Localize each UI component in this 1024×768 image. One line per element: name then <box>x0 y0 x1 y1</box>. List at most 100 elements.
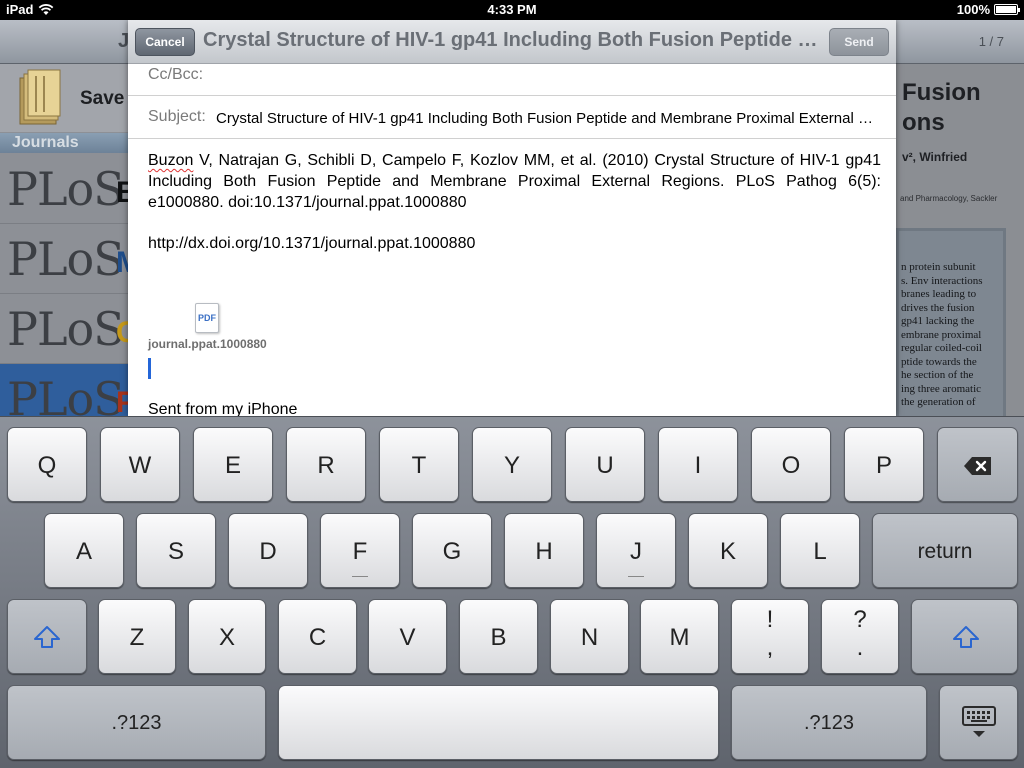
return-key[interactable]: return <box>872 513 1018 588</box>
cc-bcc-label: Cc/Bcc: <box>148 66 204 83</box>
backspace-icon <box>964 457 991 475</box>
numbers-key-left[interactable]: .?123 <box>7 685 266 760</box>
shift-icon <box>34 626 60 648</box>
compose-title: Crystal Structure of HIV-1 gp41 Includin… <box>203 29 823 51</box>
doi-link[interactable]: http://dx.doi.org/10.1371/journal.ppat.1… <box>148 235 475 253</box>
journal-sidebar: Save Journals PLoS B PLoS M PLoS C PLoS … <box>0 64 141 416</box>
pdf-icon-label: PDF <box>198 313 216 323</box>
shift-key-right[interactable] <box>911 599 1018 674</box>
key-v[interactable]: V <box>368 599 447 674</box>
key-y[interactable]: Y <box>472 427 552 502</box>
article-authors-fragment: v², Winfried <box>902 150 968 164</box>
battery-icon <box>994 4 1020 15</box>
journal-logo: PLoS <box>7 302 125 356</box>
journal-item[interactable]: PLoS B <box>0 154 138 224</box>
saved-articles-item[interactable]: Save <box>0 64 128 132</box>
article-title-fragment: Fusion ons <box>902 78 981 138</box>
key-j-label: J <box>630 538 642 565</box>
saved-label: Save <box>80 88 125 109</box>
key-c[interactable]: C <box>278 599 357 674</box>
abstract-line: branes leading to <box>901 288 977 300</box>
abstract-line: drives the fusion <box>901 301 975 314</box>
key-z[interactable]: Z <box>98 599 176 674</box>
title-line: Fusion <box>902 79 981 106</box>
journal-item[interactable]: PLoS C <box>0 294 138 364</box>
key-t[interactable]: T <box>379 427 459 502</box>
key-u[interactable]: U <box>565 427 645 502</box>
dismiss-keyboard-key[interactable] <box>939 685 1018 760</box>
journal-logo: PLoS <box>7 372 125 416</box>
pdf-attachment-icon[interactable]: PDF <box>195 303 219 333</box>
key-exclaim-label: ! <box>766 606 774 633</box>
send-button[interactable]: Send <box>829 28 889 56</box>
message-body[interactable]: Buzon V, Natrajan G, Schibli D, Campelo … <box>148 150 881 213</box>
journal-item[interactable]: PLoS M <box>0 224 141 294</box>
key-exclaim-comma[interactable]: ! , <box>731 599 809 674</box>
key-s[interactable]: S <box>136 513 216 588</box>
email-signature: Sent from my iPhone <box>148 401 298 416</box>
abstract-line: s. Env interactions <box>901 274 983 287</box>
journal-logo: PLoS <box>7 162 125 216</box>
key-k[interactable]: K <box>688 513 768 588</box>
abstract-line: n protein subunit <box>901 261 976 273</box>
abstract-line: regular coiled-coil <box>901 342 982 354</box>
key-m[interactable]: M <box>640 599 719 674</box>
key-comma-label: , <box>766 634 774 661</box>
key-a[interactable]: A <box>44 513 124 588</box>
abstract-line: ptide towards the <box>901 355 977 368</box>
keyboard-dismiss-icon <box>962 706 996 737</box>
key-g[interactable]: G <box>412 513 492 588</box>
article-affiliation-fragment: and Pharmacology, Sackler <box>900 194 998 203</box>
key-h[interactable]: H <box>504 513 584 588</box>
key-l[interactable]: L <box>780 513 860 588</box>
abstract-line: he section of the <box>901 369 974 381</box>
folder-icon <box>19 69 61 125</box>
shift-icon <box>953 626 979 648</box>
key-x[interactable]: X <box>188 599 266 674</box>
article-preview: Fusion ons v², Winfried and Pharmacology… <box>896 64 1024 416</box>
key-i[interactable]: I <box>658 427 738 502</box>
abstract-line: embrane proximal <box>901 328 982 341</box>
title-line: ons <box>902 109 945 136</box>
key-j[interactable]: J <box>596 513 676 588</box>
key-r[interactable]: R <box>286 427 366 502</box>
battery-percent: 100% <box>956 2 990 17</box>
abstract-box: n protein subunit s. Env interactions br… <box>896 228 1006 416</box>
key-n[interactable]: N <box>550 599 629 674</box>
abstract-line: the generation of <box>901 396 976 408</box>
attachment-name: journal.ppat.1000880 <box>148 337 267 351</box>
mail-compose-sheet: Cancel Crystal Structure of HIV-1 gp41 I… <box>128 20 896 416</box>
space-bar[interactable] <box>278 685 719 760</box>
abstract-line: gp41 lacking the <box>901 315 975 327</box>
key-w[interactable]: W <box>100 427 180 502</box>
key-p[interactable]: P <box>844 427 924 502</box>
subject-field[interactable]: Subject: Crystal Structure of HIV-1 gp41… <box>128 96 896 139</box>
abstract-line: ing three aromatic <box>901 382 982 395</box>
misspelled-word[interactable]: Buzon <box>148 152 193 169</box>
numbers-key-right[interactable]: .?123 <box>731 685 927 760</box>
journal-item-selected[interactable]: PLoS P <box>0 364 136 416</box>
compose-toolbar: Cancel Crystal Structure of HIV-1 gp41 I… <box>128 20 896 64</box>
text-cursor <box>148 358 151 379</box>
subject-label: Subject: <box>148 108 206 125</box>
key-q[interactable]: Q <box>7 427 87 502</box>
key-d[interactable]: D <box>228 513 308 588</box>
status-bar: iPad 4:33 PM 100% <box>0 0 1024 20</box>
subject-input[interactable]: Crystal Structure of HIV-1 gp41 Includin… <box>216 110 876 127</box>
page-indicator: 1 / 7 <box>978 34 1004 49</box>
key-question-period[interactable]: ? . <box>821 599 899 674</box>
key-e[interactable]: E <box>193 427 273 502</box>
cancel-button[interactable]: Cancel <box>135 28 195 56</box>
cc-bcc-field[interactable]: Cc/Bcc: <box>128 64 896 96</box>
citation-text: V, Natrajan G, Schibli D, Campelo F, Koz… <box>148 152 881 211</box>
key-b[interactable]: B <box>459 599 538 674</box>
shift-key-left[interactable] <box>7 599 87 674</box>
backspace-key[interactable] <box>937 427 1018 502</box>
key-o[interactable]: O <box>751 427 831 502</box>
key-f-label: F <box>352 538 368 565</box>
journal-logo: PLoS <box>7 232 125 286</box>
key-f[interactable]: F <box>320 513 400 588</box>
onscreen-keyboard: Q W E R T Y U I O P A S D F G H J K L re… <box>0 416 1024 768</box>
journals-section-header: Journals <box>0 133 128 153</box>
key-period-label: . <box>856 634 864 661</box>
